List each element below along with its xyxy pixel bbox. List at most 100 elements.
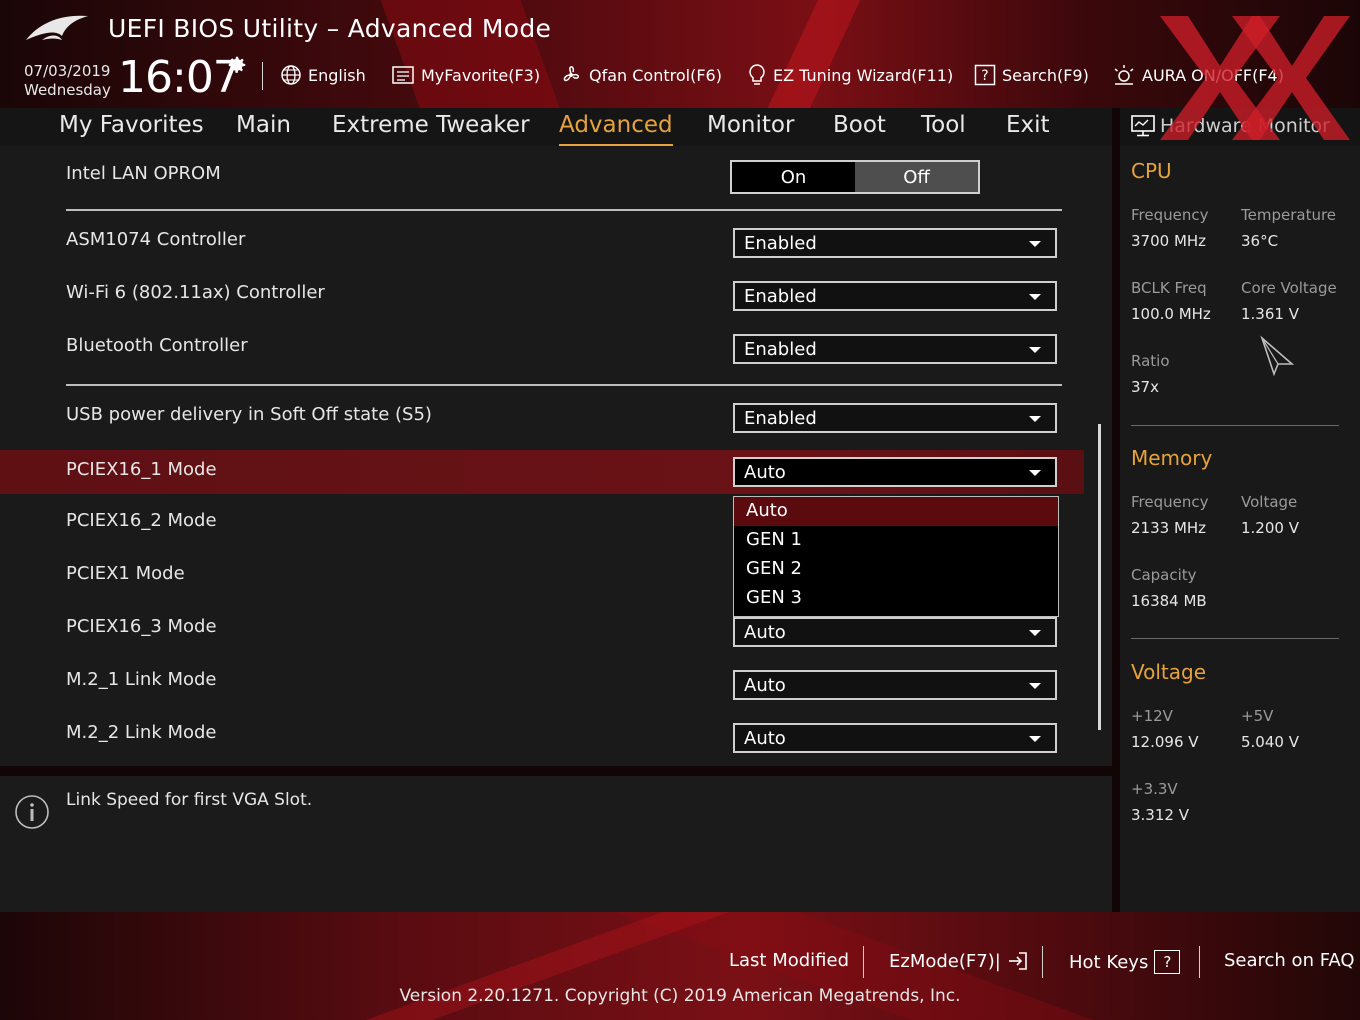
tab-extreme-tweaker[interactable]: Extreme Tweaker [332, 112, 530, 142]
usb-power-select[interactable]: Enabled [733, 403, 1057, 433]
aura-toggle-button[interactable]: AURA ON/OFF(F4) [1112, 62, 1284, 88]
language-button[interactable]: English [280, 62, 366, 88]
setting-row-pciex16-1-mode[interactable]: PCIEX16_1 Mode Auto [0, 450, 1084, 494]
info-icon [15, 795, 49, 829]
footer-separator [1042, 946, 1043, 978]
gear-icon[interactable] [226, 54, 248, 76]
mouse-pointer-icon [1260, 335, 1295, 376]
date-display: 07/03/2019 Wednesday [24, 62, 111, 100]
dropdown-caret-icon [1029, 736, 1041, 742]
core-voltage-label: Core Voltage [1241, 279, 1337, 297]
tab-tool[interactable]: Tool [921, 112, 966, 142]
tab-boot[interactable]: Boot [833, 112, 886, 142]
ratio-value: 37x [1131, 378, 1159, 396]
search-faq-button[interactable]: Search on FAQ [1224, 950, 1355, 971]
monitor-icon [1131, 115, 1155, 137]
search-button[interactable]: ? Search(F9) [974, 62, 1089, 88]
dropdown-option-gen3[interactable]: GEN 3 [734, 584, 1058, 613]
select-value: Enabled [744, 339, 817, 360]
hardware-monitor-title: Hardware Monitor [1160, 115, 1330, 137]
dropdown-option-auto[interactable]: Auto [734, 497, 1058, 526]
select-value: Auto [744, 462, 786, 483]
ratio-label: Ratio [1131, 352, 1170, 370]
memory-heading: Memory [1131, 446, 1213, 470]
setting-label: M.2_1 Link Mode [66, 669, 217, 690]
setting-row-m2-1-link-mode[interactable]: M.2_1 Link Mode Auto [0, 660, 1084, 704]
help-panel: Link Speed for first VGA Slot. [0, 776, 1112, 912]
ezmode-button[interactable]: EzMode(F7)| [889, 950, 1029, 972]
rog-logo-icon [26, 15, 88, 40]
select-value: Auto [744, 622, 786, 643]
main-menu-bar: My Favorites Main Extreme Tweaker Advanc… [0, 108, 1112, 146]
setting-row-asm1074-controller[interactable]: ASM1074 Controller Enabled [0, 220, 1084, 264]
globe-icon [281, 65, 301, 85]
dropdown-caret-icon [1029, 470, 1041, 476]
asm1074-select[interactable]: Enabled [733, 228, 1057, 258]
hardware-monitor-panel: CPU Frequency Temperature 3700 MHz 36°C … [1120, 146, 1360, 912]
fan-icon [563, 66, 579, 82]
toggle-off-option[interactable]: Off [855, 162, 978, 192]
tab-monitor[interactable]: Monitor [707, 112, 794, 142]
ezmode-label: EzMode(F7)| [889, 950, 1001, 972]
memory-frequency-value: 2133 MHz [1131, 519, 1207, 537]
date-text: 07/03/2019 [24, 62, 111, 80]
language-label: English [308, 65, 366, 85]
setting-row-wifi6-controller[interactable]: Wi-Fi 6 (802.11ax) Controller Enabled [0, 273, 1084, 317]
dropdown-caret-icon [1029, 416, 1041, 422]
tab-advanced[interactable]: Advanced [559, 112, 673, 146]
toggle-on-option[interactable]: On [732, 162, 855, 192]
memory-capacity-label: Capacity [1131, 566, 1197, 584]
search-faq-label: Search on FAQ [1224, 950, 1355, 971]
qfan-control-button[interactable]: Qfan Control(F6) [559, 62, 722, 88]
setting-label: PCIEX1 Mode [66, 563, 185, 584]
lan-oprom-toggle[interactable]: On Off [730, 160, 980, 194]
dropdown-caret-icon [1029, 683, 1041, 689]
hot-keys-button[interactable]: Hot Keys ? [1069, 950, 1181, 974]
m2-2-select[interactable]: Auto [733, 723, 1057, 753]
bclk-value: 100.0 MHz [1131, 305, 1211, 323]
favorite-list-icon [392, 66, 414, 84]
memory-frequency-label: Frequency [1131, 493, 1209, 511]
memory-voltage-label: Voltage [1241, 493, 1298, 511]
pciex16-3-select[interactable]: Auto [733, 617, 1057, 647]
last-modified-button[interactable]: Last Modified [729, 950, 849, 971]
wifi6-select[interactable]: Enabled [733, 281, 1057, 311]
setting-row-intel-lan-oprom[interactable]: Intel LAN OPROM On Off [0, 154, 1084, 198]
tab-main[interactable]: Main [236, 112, 291, 142]
core-voltage-value: 1.361 V [1241, 305, 1299, 323]
ez-tuning-wizard-button[interactable]: EZ Tuning Wizard(F11) [747, 62, 953, 88]
svg-text:?: ? [981, 68, 988, 84]
hot-keys-label: Hot Keys [1069, 951, 1149, 973]
setting-row-m2-2-link-mode[interactable]: M.2_2 Link Mode Auto [0, 713, 1084, 757]
v12-label: +12V [1131, 707, 1173, 725]
setting-label: M.2_2 Link Mode [66, 722, 217, 743]
ez-tuning-label: EZ Tuning Wizard(F11) [773, 65, 954, 85]
m2-1-select[interactable]: Auto [733, 670, 1057, 700]
myfavorite-label: MyFavorite(F3) [421, 65, 541, 85]
dropdown-caret-icon [1029, 347, 1041, 353]
hardware-monitor-header: Hardware Monitor [1120, 108, 1360, 146]
setting-label: PCIEX16_3 Mode [66, 616, 217, 637]
dropdown-option-gen1[interactable]: GEN 1 [734, 526, 1058, 555]
memory-voltage-value: 1.200 V [1241, 519, 1299, 537]
settings-scrollbar[interactable] [1098, 424, 1101, 730]
dropdown-caret-icon [1029, 241, 1041, 247]
setting-label: ASM1074 Controller [66, 229, 246, 250]
tab-exit[interactable]: Exit [1006, 112, 1050, 142]
setting-row-bluetooth-controller[interactable]: Bluetooth Controller Enabled [0, 326, 1084, 370]
pciex16-1-select[interactable]: Auto [733, 457, 1057, 487]
footer-separator [863, 946, 864, 978]
dropdown-option-gen2[interactable]: GEN 2 [734, 555, 1058, 584]
v5-value: 5.040 V [1241, 733, 1299, 751]
cpu-heading: CPU [1131, 159, 1172, 183]
lightbulb-icon [749, 64, 765, 85]
settings-panel: Intel LAN OPROM On Off ASM1074 Controlle… [0, 146, 1112, 766]
footer-separator [1199, 946, 1200, 978]
pciex16-1-dropdown-list: Auto GEN 1 GEN 2 GEN 3 [733, 496, 1059, 617]
setting-row-usb-power-delivery[interactable]: USB power delivery in Soft Off state (S5… [0, 395, 1084, 439]
myfavorite-button[interactable]: MyFavorite(F3) [391, 62, 540, 88]
aura-label: AURA ON/OFF(F4) [1142, 65, 1284, 85]
tab-my-favorites[interactable]: My Favorites [59, 112, 204, 142]
bluetooth-select[interactable]: Enabled [733, 334, 1057, 364]
qfan-label: Qfan Control(F6) [589, 65, 722, 85]
